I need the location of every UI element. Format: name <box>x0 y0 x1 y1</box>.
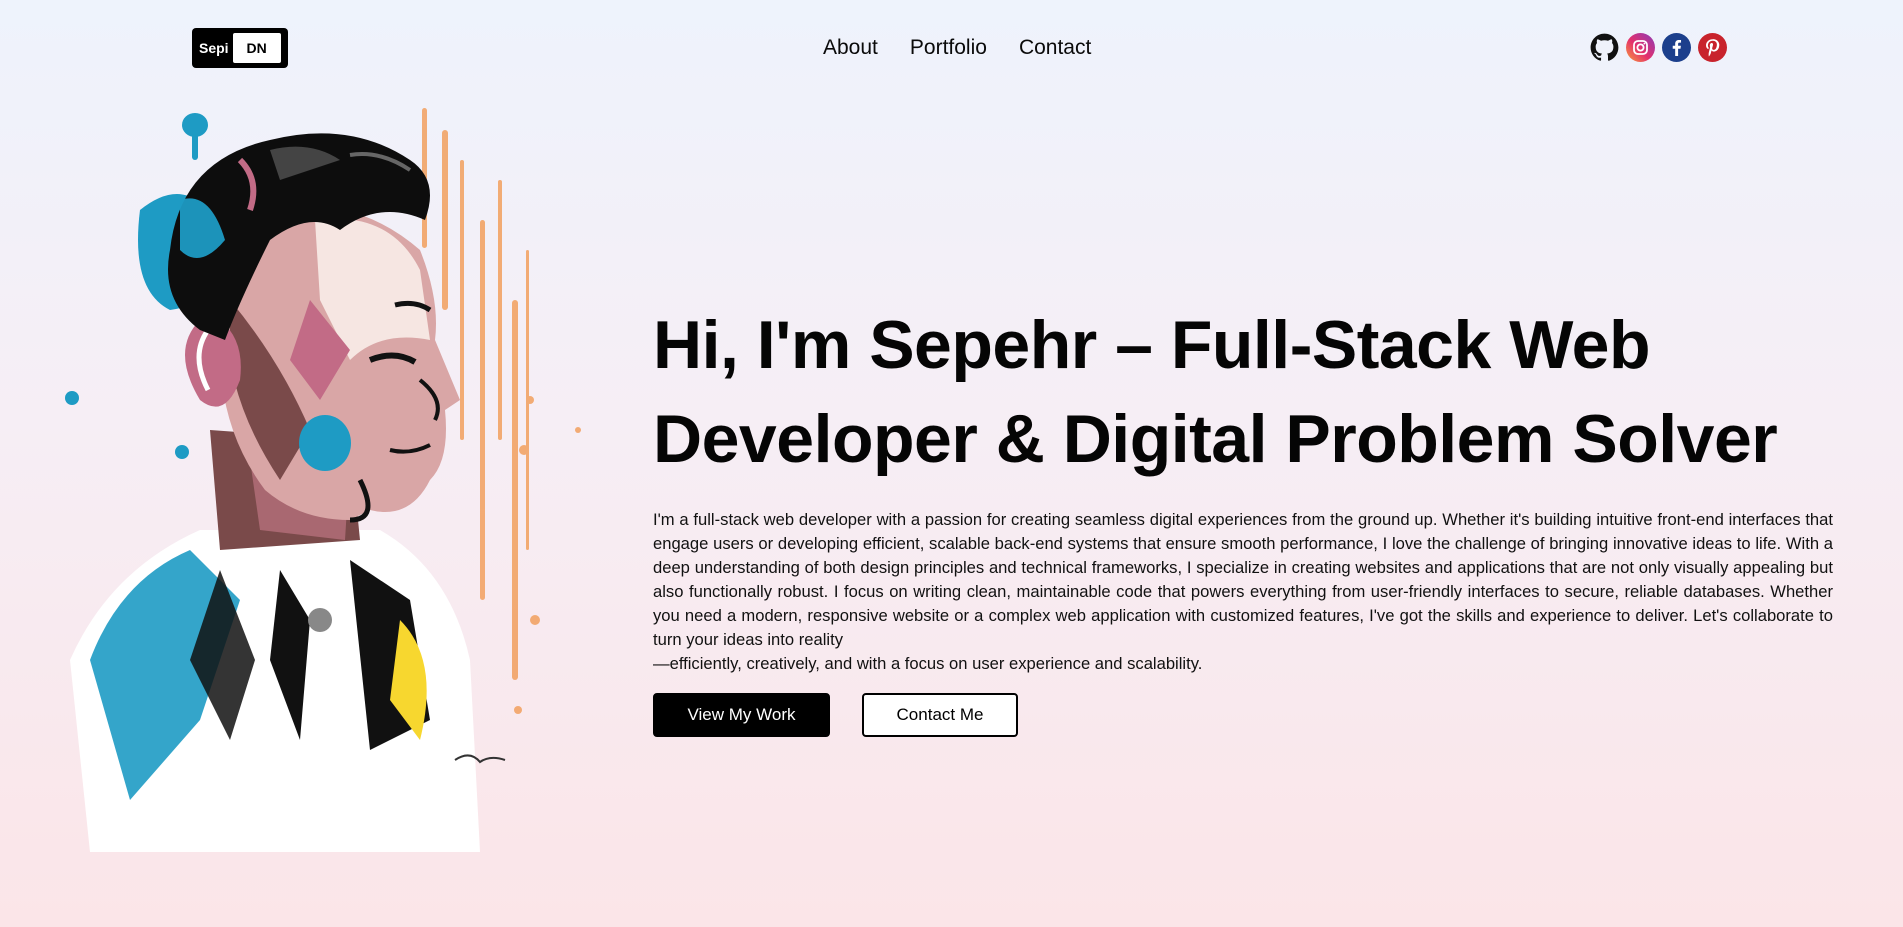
hero-title: Hi, I'm Sepehr – Full-Stack Web Develope… <box>653 298 1833 486</box>
hero-description-tail: —efficiently, creatively, and with a foc… <box>653 654 1203 673</box>
logo[interactable]: Sepi DN <box>192 28 288 68</box>
pinterest-icon[interactable] <box>1698 33 1727 62</box>
instagram-icon[interactable] <box>1626 33 1655 62</box>
social-links <box>1590 33 1727 62</box>
nav-link-portfolio[interactable]: Portfolio <box>910 34 987 62</box>
main-nav: About Portfolio Contact <box>823 34 1091 62</box>
contact-me-button[interactable]: Contact Me <box>862 693 1018 737</box>
site-header: Sepi DN About Portfolio Contact <box>0 0 1903 96</box>
logo-text-left: Sepi <box>199 40 229 56</box>
hero-title-line2: Developer & Digital Problem Solver <box>653 401 1778 477</box>
hero-buttons: View My Work Contact Me <box>653 693 1833 737</box>
hero-description: I'm a full-stack web developer with a pa… <box>653 510 1833 649</box>
facebook-icon[interactable] <box>1662 33 1691 62</box>
logo-text-right: DN <box>232 33 281 63</box>
nav-link-contact[interactable]: Contact <box>1019 34 1091 62</box>
hero-portrait <box>50 100 590 852</box>
nav-link-about[interactable]: About <box>823 34 878 62</box>
github-icon[interactable] <box>1590 33 1619 62</box>
portrait-illustration <box>65 108 581 852</box>
hero-title-line1: Hi, I'm Sepehr – Full-Stack Web <box>653 307 1651 383</box>
hero-section: Hi, I'm Sepehr – Full-Stack Web Develope… <box>653 298 1833 737</box>
view-my-work-button[interactable]: View My Work <box>653 693 830 737</box>
